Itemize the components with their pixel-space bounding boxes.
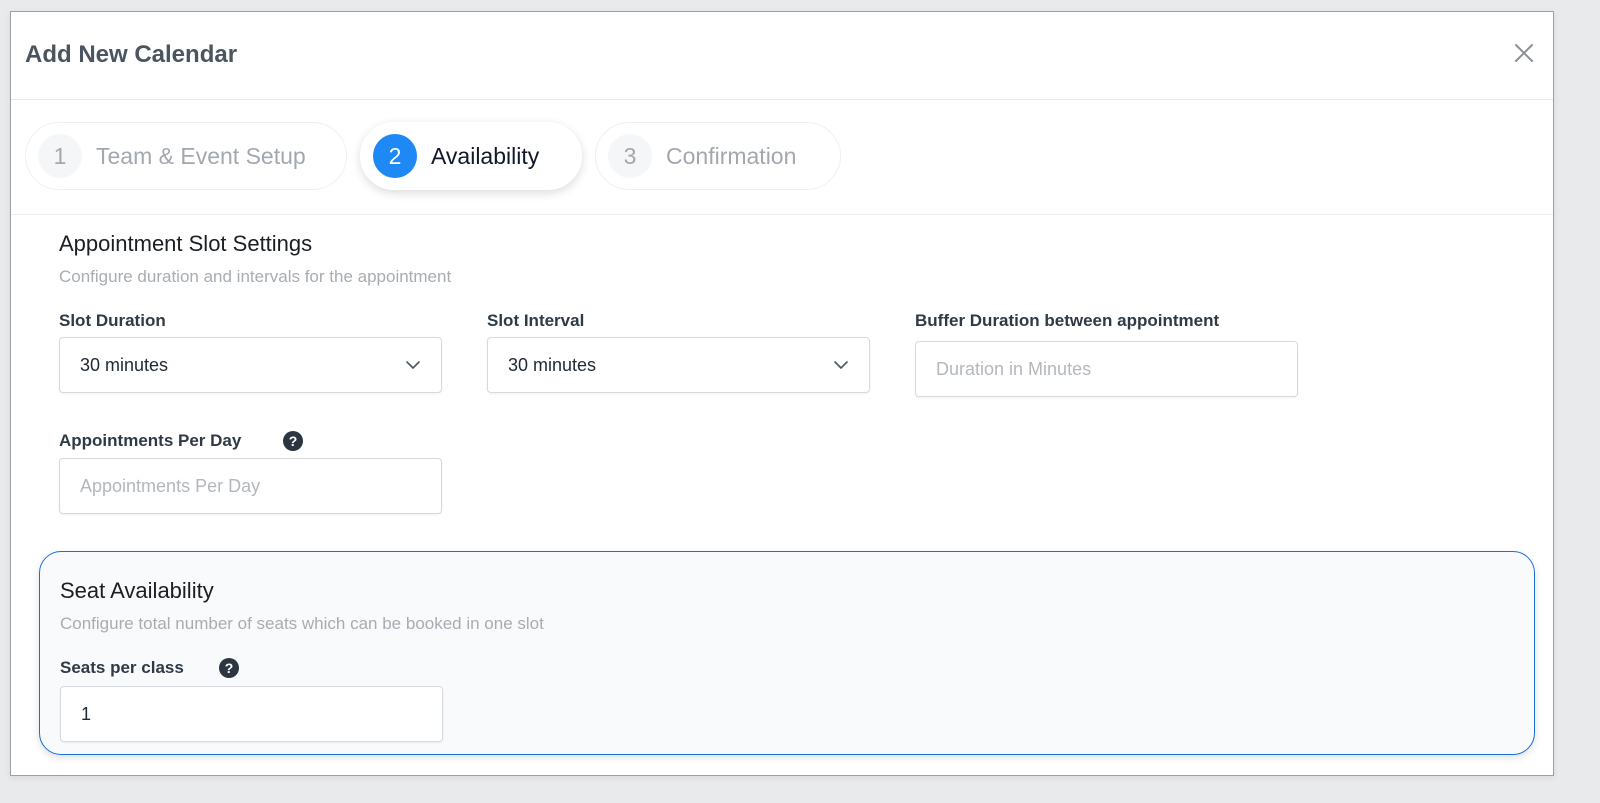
step-confirmation[interactable]: 3 Confirmation bbox=[595, 122, 841, 190]
appointments-per-day-label: Appointments Per Day bbox=[59, 431, 242, 450]
slot-settings-subtitle: Configure duration and intervals for the… bbox=[59, 267, 452, 286]
slot-interval-label: Slot Interval bbox=[487, 311, 585, 330]
slot-duration-select[interactable]: 30 minutes bbox=[59, 337, 442, 393]
step-number: 3 bbox=[608, 134, 652, 178]
seat-availability-title: Seat Availability bbox=[60, 578, 214, 603]
close-icon bbox=[1515, 44, 1533, 62]
seat-availability-subtitle: Configure total number of seats which ca… bbox=[60, 614, 544, 633]
step-team-event-setup[interactable]: 1 Team & Event Setup bbox=[25, 122, 347, 190]
slot-duration-value: 30 minutes bbox=[80, 354, 169, 375]
chevron-down-icon bbox=[834, 361, 848, 370]
close-button[interactable] bbox=[1509, 38, 1539, 68]
step-label: Team & Event Setup bbox=[96, 142, 306, 169]
question-circle-icon[interactable]: ? bbox=[219, 658, 239, 678]
availability-content: Appointment Slot Settings Configure dura… bbox=[11, 215, 1553, 775]
seat-availability-panel: Seat Availability Configure total number… bbox=[39, 551, 1535, 755]
question-circle-icon[interactable]: ? bbox=[283, 431, 303, 451]
chevron-down-icon bbox=[406, 361, 420, 370]
step-number: 1 bbox=[38, 134, 82, 178]
slot-interval-select[interactable]: 30 minutes bbox=[487, 337, 870, 393]
step-label: Availability bbox=[431, 142, 540, 169]
buffer-duration-label: Buffer Duration between appointment bbox=[915, 311, 1220, 330]
appointments-per-day-input[interactable] bbox=[59, 458, 442, 514]
modal-header: Add New Calendar bbox=[11, 12, 1553, 100]
slot-interval-value: 30 minutes bbox=[508, 354, 597, 375]
buffer-duration-input[interactable] bbox=[915, 341, 1298, 397]
slot-settings-title: Appointment Slot Settings bbox=[59, 231, 313, 256]
step-label: Confirmation bbox=[666, 142, 797, 169]
step-availability[interactable]: 2 Availability bbox=[360, 122, 582, 190]
modal-title: Add New Calendar bbox=[25, 41, 238, 68]
seats-per-class-label: Seats per class bbox=[60, 658, 184, 677]
add-calendar-modal: Add New Calendar 1 Team & Event Setup 2 … bbox=[10, 11, 1554, 776]
slot-duration-label: Slot Duration bbox=[59, 311, 166, 330]
step-number: 2 bbox=[373, 134, 417, 178]
stepper: 1 Team & Event Setup 2 Availability 3 Co… bbox=[11, 100, 1553, 215]
seats-per-class-input[interactable] bbox=[60, 686, 443, 742]
